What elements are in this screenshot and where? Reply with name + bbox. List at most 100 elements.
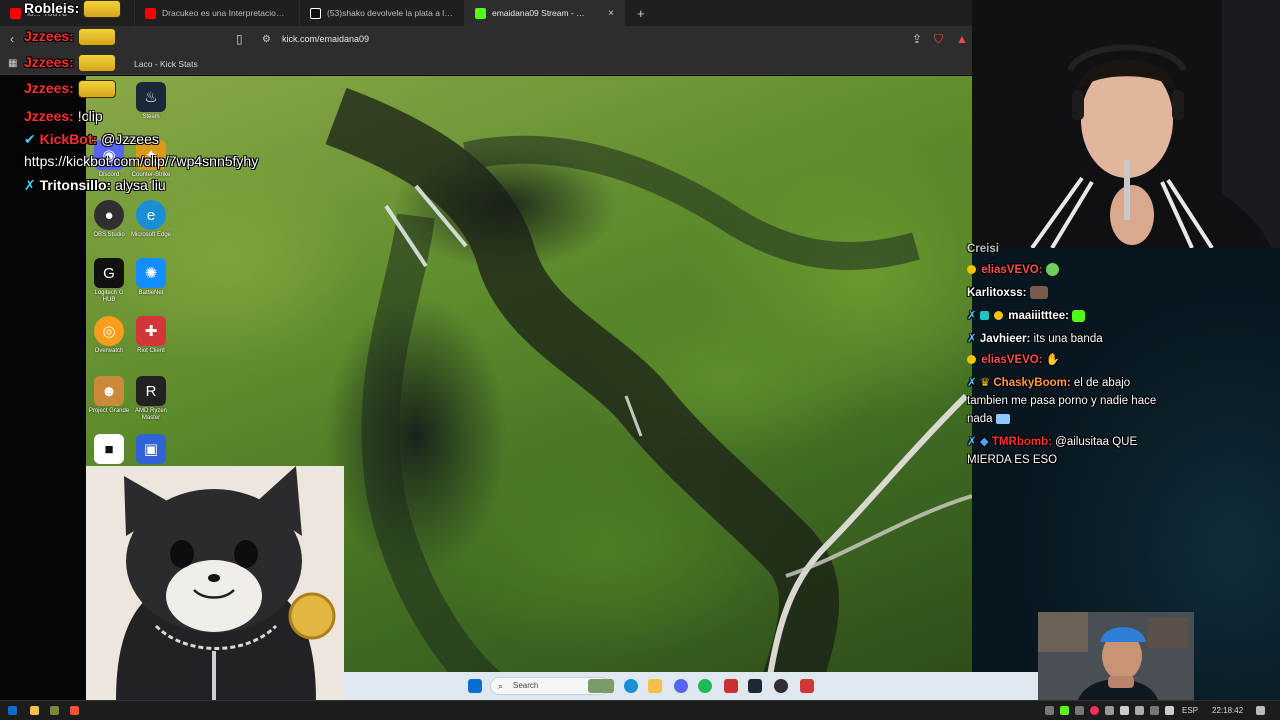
windows-start-icon[interactable] [8, 706, 17, 715]
app-icon[interactable] [50, 706, 59, 715]
tray-icon[interactable] [1045, 706, 1054, 715]
desktop-icon-overwatch[interactable]: ◎ Overwatch [88, 316, 130, 355]
chat-message: ✗ Javhieer: its una banda [967, 333, 1103, 345]
emote-icon [1072, 309, 1086, 322]
share-icon[interactable]: ⇪ [912, 26, 922, 53]
chat-message: ✗ ♛ ChaskyBoom: el de abajo [967, 377, 1131, 389]
emote-icon [77, 80, 116, 99]
close-tab-icon[interactable]: × [608, 8, 614, 19]
app-icon[interactable] [724, 679, 738, 693]
desktop-icon-project[interactable]: ☻ Project Grande [88, 376, 130, 415]
stream-chat-left: Robleis: Jzzees: Jzzees: Jzzees: Jzzees:… [0, 0, 300, 200]
secondary-streamer-illustration [1038, 612, 1194, 700]
desktop-icon-battlenet[interactable]: ✺ BattleNet [130, 258, 172, 297]
sword-badge-icon: ✗ [967, 310, 977, 322]
obs-icon: ● [94, 200, 124, 230]
inner-windows-taskbar: ⌕ Search [344, 672, 1038, 700]
desktop-icon-label: AMD Ryzen Master [134, 408, 167, 421]
desktop-icon-logitech[interactable]: G Logitech G HUB [88, 258, 130, 304]
chat-message-continued: nada [967, 410, 1012, 428]
new-tab-button[interactable]: + [625, 6, 657, 21]
crown-badge-icon: ♛ [979, 377, 991, 389]
chat-message-continued: MIERDA ES ESO [967, 454, 1058, 466]
desktop-icon-label: OBS Studio [93, 232, 125, 238]
app-icon: ▣ [136, 434, 166, 464]
overwatch-icon: ◎ [94, 316, 124, 346]
diamond-badge-icon: ◆ [979, 436, 989, 448]
sword-badge-icon: ✗ [967, 436, 977, 448]
chat-message: https://kickbot.com/clip/7wp4snn5fyhy [24, 153, 259, 169]
secondary-webcam [1038, 612, 1194, 700]
language-indicator[interactable]: ESP [1182, 701, 1198, 720]
chat-message: ✔ KickBot: @Jzzees [24, 131, 159, 147]
emote-icon [1045, 263, 1059, 277]
windows-start-icon[interactable] [468, 679, 482, 693]
tray-icon[interactable] [1135, 706, 1144, 715]
windows-taskbar: ESP 22:18:42 [0, 700, 1280, 720]
sub-badge-icon [967, 265, 976, 275]
tray-icon[interactable] [1075, 706, 1084, 715]
brave-shield-icon[interactable]: ⛉ [934, 26, 943, 53]
mod-badge-icon [979, 311, 989, 321]
notifications-icon[interactable] [1256, 706, 1265, 715]
riot-icon: ✚ [136, 316, 166, 346]
chat-message: Jzzees: [24, 54, 116, 73]
chat-message: eliasVEVO: ✋ [967, 351, 1060, 369]
chat-message: Creisi [967, 243, 999, 255]
tray-icon[interactable] [1105, 706, 1114, 715]
game-icon: ☻ [94, 376, 124, 406]
network-icon[interactable] [1150, 706, 1159, 715]
file-explorer-icon[interactable] [30, 706, 39, 715]
chat-message: Jzzees: [24, 80, 116, 99]
chat-message: eliasVEVO: [967, 261, 1061, 279]
kick-icon [475, 7, 486, 19]
valorant-icon[interactable] [800, 679, 814, 693]
desktop-icon-label: Overwatch [94, 348, 124, 354]
desktop-icon-riot[interactable]: ✚ Riot Client [130, 316, 172, 355]
emote-icon [77, 54, 116, 73]
battlenet-icon: ✺ [136, 258, 166, 288]
desktop-icon-label: BattleNet [138, 290, 164, 296]
discord-icon[interactable] [674, 679, 688, 693]
search-placeholder: Search [513, 681, 539, 690]
volume-icon[interactable] [1165, 706, 1174, 715]
ryzen-icon: R [136, 376, 166, 406]
edge-icon: e [136, 200, 166, 230]
desktop-icon-label: Microsoft Edge [130, 232, 172, 238]
mic-icon[interactable] [1120, 706, 1129, 715]
tiktok-icon [310, 7, 321, 19]
stream-chat-right: Creisi eliasVEVO: Karlitoxss: ✗ maaiiitt… [960, 243, 1194, 616]
desktop-icon-app[interactable]: ▣ [130, 434, 172, 464]
tab-kick-emaidana09[interactable]: emaidana09 Stream - Watch × [465, 0, 625, 26]
streamer-illustration [972, 0, 1280, 248]
steam-icon[interactable] [748, 679, 762, 693]
brave-icon[interactable] [70, 706, 79, 715]
widget-icon[interactable] [588, 679, 614, 693]
desktop-icon-edge[interactable]: e Microsoft Edge [130, 200, 172, 239]
desktop-icon-ryzen[interactable]: R AMD Ryzen Master [130, 376, 172, 422]
desktop-icon-obs[interactable]: ● OBS Studio [88, 200, 130, 239]
kick-icon[interactable] [1060, 706, 1069, 715]
edge-icon[interactable] [624, 679, 638, 693]
chat-message-continued: tambien me pasa porno y nadie hace [967, 395, 1157, 407]
roblox-icon: ■ [94, 434, 124, 464]
chat-message: ✗ Tritonsillo: alysa liu [24, 177, 166, 193]
logitech-icon: G [94, 258, 124, 288]
desktop-icon-roblox[interactable]: ■ [88, 434, 130, 464]
chat-message: Jzzees: [24, 28, 116, 47]
file-explorer-icon[interactable] [648, 679, 662, 693]
tray-icon[interactable] [1090, 706, 1099, 715]
sword-badge-icon: ✗ [967, 333, 977, 345]
emote-icon [83, 0, 122, 19]
flag-emote-icon [995, 413, 1010, 424]
cat-illustration [86, 466, 344, 700]
brave-rewards-icon[interactable]: ▲ [956, 26, 968, 53]
obs-icon[interactable] [774, 679, 788, 693]
spotify-icon[interactable] [698, 679, 712, 693]
chat-message: Jzzees: !clip [24, 108, 103, 124]
clock[interactable]: 22:18:42 [1212, 701, 1243, 720]
desktop-icon-label: Riot Client [137, 348, 165, 354]
tab-label: emaidana09 Stream - Watch [492, 8, 593, 18]
sword-badge-icon: ✗ [967, 377, 977, 389]
tab-shako[interactable]: (53)shako devolvele la plata a los pib [300, 0, 465, 26]
